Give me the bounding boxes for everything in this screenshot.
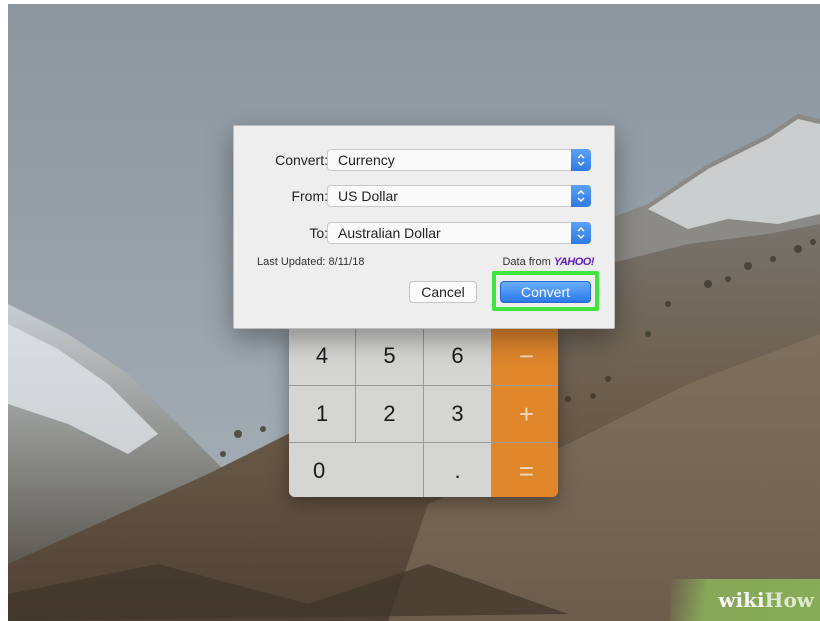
to-row: To: Australian Dollar (234, 222, 614, 244)
key-plus[interactable]: + (492, 386, 558, 442)
key-4[interactable]: 4 (289, 327, 355, 385)
wikihow-watermark: wiki How (670, 579, 820, 621)
convert-type-value: Currency (338, 152, 395, 168)
convert-row: Convert: Currency (234, 149, 614, 171)
key-equals[interactable]: = (492, 443, 558, 497)
key-3[interactable]: 3 (424, 386, 491, 442)
from-label: From: (291, 188, 328, 204)
from-currency-value: US Dollar (338, 188, 398, 204)
key-5[interactable]: 5 (356, 327, 423, 385)
to-label: To: (309, 225, 328, 241)
conversion-dialog: Convert: Currency From: US Dollar To: Au… (233, 125, 615, 329)
data-source: Data from YAHOO! (502, 256, 594, 268)
key-decimal[interactable]: . (424, 443, 491, 497)
calculator-keypad: 4 5 6 − 1 2 3 + 0 . = (289, 327, 558, 497)
key-6[interactable]: 6 (424, 327, 491, 385)
from-row: From: US Dollar (234, 185, 614, 207)
key-1[interactable]: 1 (289, 386, 355, 442)
convert-type-select[interactable]: Currency (327, 149, 591, 171)
last-updated-text: Last Updated: 8/11/18 (257, 256, 365, 268)
to-currency-select[interactable]: Australian Dollar (327, 222, 591, 244)
key-0[interactable]: 0 (289, 443, 423, 497)
key-2[interactable]: 2 (356, 386, 423, 442)
convert-label: Convert: (275, 152, 328, 168)
up-down-chevron-icon (571, 149, 591, 171)
desktop-wallpaper: 4 5 6 − 1 2 3 + 0 . = Convert: Currency … (8, 4, 820, 621)
watermark-how: How (764, 588, 814, 612)
data-from-text: Data from (502, 256, 551, 268)
convert-button[interactable]: Convert (500, 281, 591, 303)
key-minus[interactable]: − (492, 327, 558, 385)
from-currency-select[interactable]: US Dollar (327, 185, 591, 207)
up-down-chevron-icon (571, 185, 591, 207)
up-down-chevron-icon (571, 222, 591, 244)
yahoo-logo: YAHOO! (553, 256, 595, 268)
watermark-wiki: wiki (718, 588, 765, 612)
to-currency-value: Australian Dollar (338, 225, 441, 241)
cancel-button[interactable]: Cancel (409, 281, 477, 303)
